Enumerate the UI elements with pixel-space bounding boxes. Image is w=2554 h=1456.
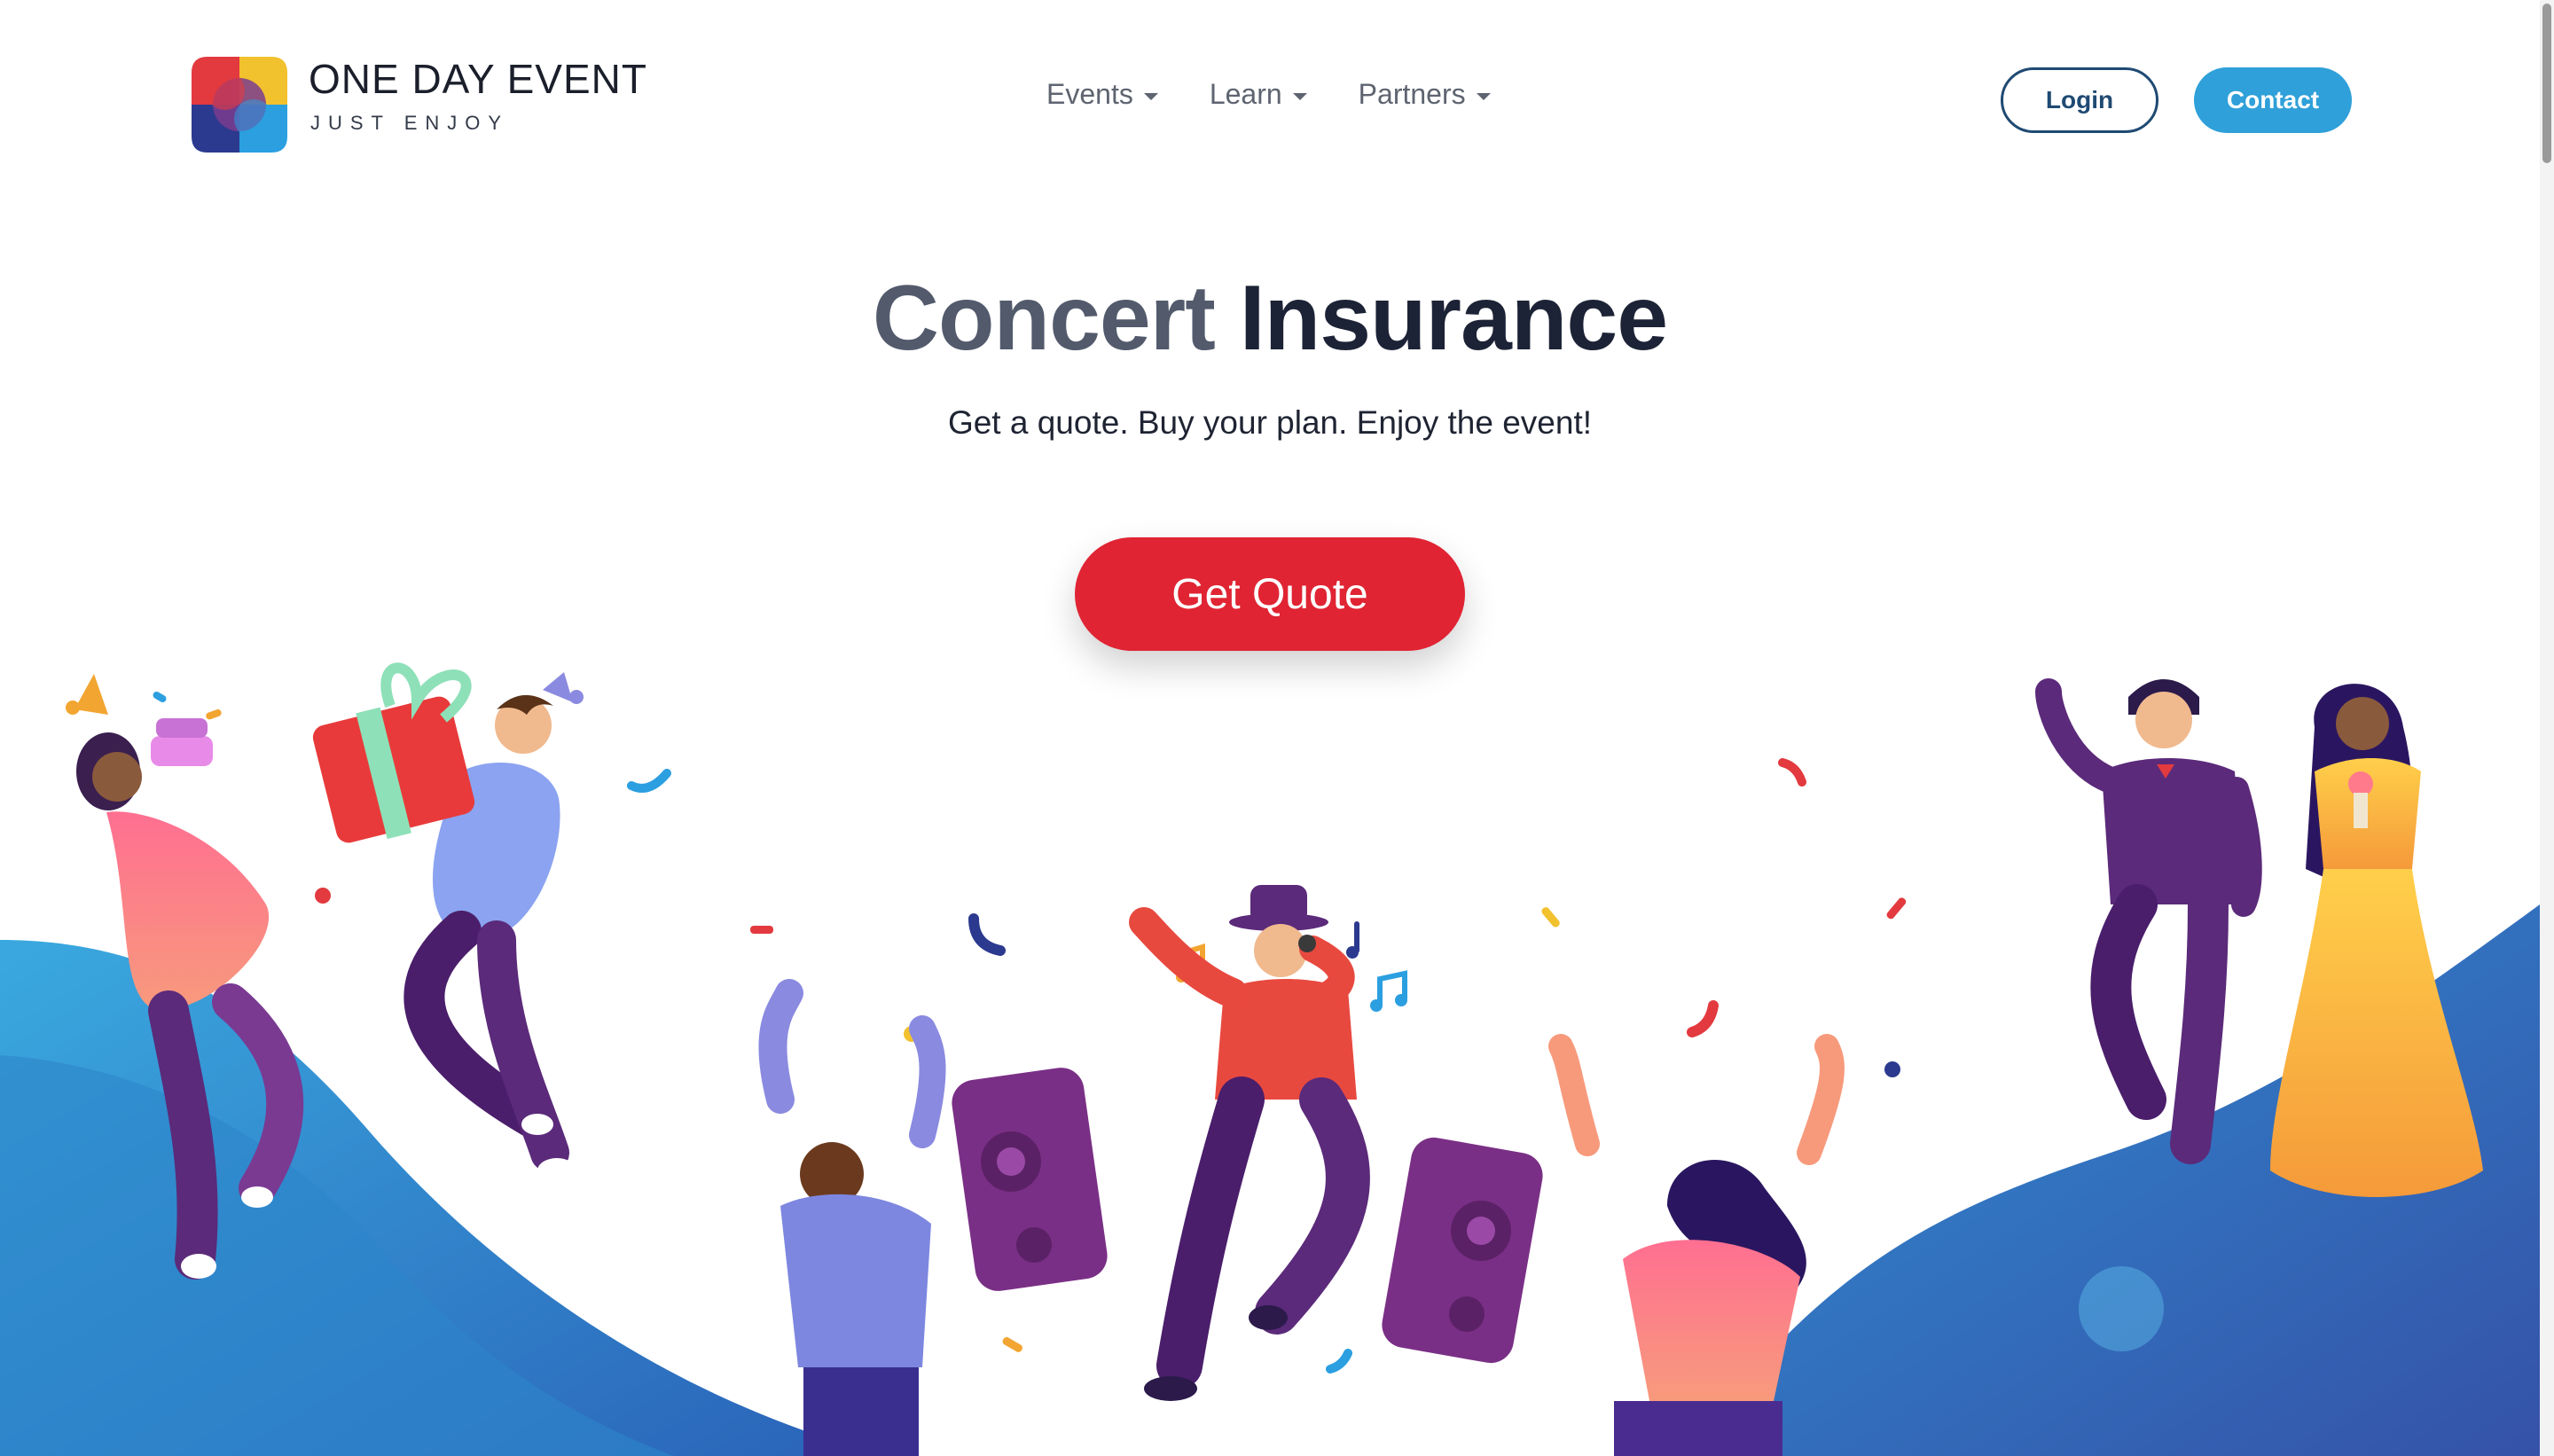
nav-item-events[interactable]: Events: [1046, 78, 1158, 111]
hero-subtitle: Get a quote. Buy your plan. Enjoy the ev…: [947, 404, 1593, 441]
party-illustration: [0, 662, 2540, 1456]
nav-item-label: Events: [1046, 78, 1133, 110]
dancing-man-figure: [758, 979, 946, 1456]
title-part-concert: Concert: [872, 267, 1216, 370]
get-quote-button[interactable]: Get Quote: [1075, 537, 1465, 651]
scrollbar-thumb[interactable]: [2542, 4, 2551, 163]
man-with-gift-figure: [312, 662, 584, 1183]
nav-item-label: Partners: [1358, 78, 1466, 110]
brand-tagline: JUST ENJOY: [310, 112, 510, 134]
caret-down-icon: [1476, 92, 1491, 100]
singer-figure: [1129, 885, 1370, 1401]
speaker-left: [952, 1068, 1108, 1291]
bride-figure: [2270, 684, 2483, 1197]
logo-link[interactable]: ONE DAY EVENT JUST ENJOY: [186, 51, 665, 158]
page-title: Concert Insurance: [0, 266, 2540, 372]
page-scrollbar[interactable]: [2540, 0, 2554, 1456]
contact-button[interactable]: Contact: [2194, 67, 2352, 133]
brand-logo-icon: [192, 57, 287, 153]
login-button[interactable]: Login: [2001, 67, 2158, 133]
nav-item-partners[interactable]: Partners: [1359, 78, 1491, 111]
brand-name: ONE DAY EVENT: [309, 56, 647, 102]
caret-down-icon: [1143, 92, 1158, 100]
groom-figure: [2035, 678, 2262, 1164]
nav-item-label: Learn: [1209, 78, 1282, 110]
caret-down-icon: [1292, 92, 1307, 100]
title-part-insurance: Insurance: [1239, 267, 1668, 370]
nav-item-learn[interactable]: Learn: [1210, 78, 1307, 111]
site-header: ONE DAY EVENT JUST ENJOY Events Learn Pa…: [0, 0, 2540, 204]
main-nav: Events Learn Partners: [1046, 78, 1491, 111]
speaker-right: [1382, 1137, 1543, 1364]
